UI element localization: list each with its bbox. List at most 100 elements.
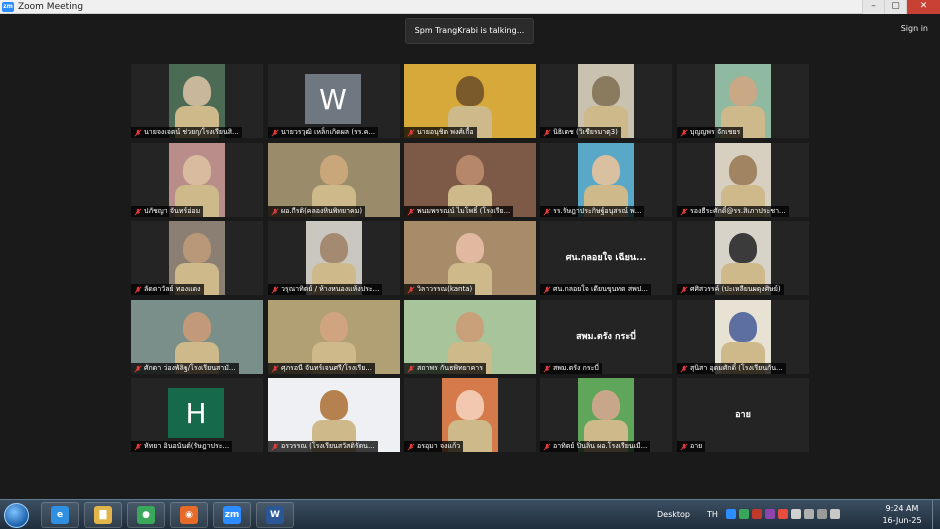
language-indicator[interactable]: TH [707,510,718,519]
muted-mic-icon [543,285,551,294]
minimize-icon[interactable]: – [862,0,884,14]
participant-avatar: H [168,388,224,438]
participant-display-name: อาย [735,410,751,420]
participant-tile[interactable]: สุนิสา อุดมศักดิ์ (โรงเรียนกัน... [677,300,809,374]
participant-silhouette [183,233,211,263]
participant-silhouette [456,155,484,185]
muted-mic-icon [134,442,142,451]
participant-name: ศศิสวรรค์ (ปะเหลียนผดุงศิษย์) [690,285,781,293]
participant-tile[interactable]: สพม.ตรัง กระบี่ สพม.ตรัง กระบี่ [540,300,672,374]
participant-name-bar: วิลาวรรณ(kanta) [404,284,476,295]
participant-tile[interactable]: พนมพรรณน์ ไมโพธิ์ (โรงเรีย... [404,143,536,217]
volume-tray-icon[interactable] [804,509,814,519]
taskbar-app-firefox[interactable]: ◉ [170,502,208,528]
title-bar: zm Zoom Meeting – ▢ ✕ [0,0,940,14]
participant-tile[interactable]: อรวรรณ (โรงเรียนสวัสดิรัตน... [268,378,400,452]
muted-mic-icon [407,128,415,137]
participant-name-bar: นายวรวุฒิ เหล็กเกิดผล (รร.ค... [268,127,379,138]
participant-name-bar: ลัดดาวัลย์ ทองแดง [131,284,204,295]
firefox-icon: ◉ [180,506,198,524]
participant-tile[interactable]: ปภัชญา จันทร์อ่อม [131,143,263,217]
participant-tile[interactable]: ผอ.กีรติ(คลองหินพิทยาคม) [268,143,400,217]
close-icon[interactable]: ✕ [906,0,940,14]
app-tray-icon[interactable] [765,509,775,519]
participant-tile[interactable]: ศศิสวรรค์ (ปะเหลียนผดุงศิษย์) [677,221,809,295]
participant-tile[interactable]: H หัทยา อินอนันต์(รัษฎาประ... [131,378,263,452]
participant-silhouette [320,312,348,342]
participant-tile[interactable]: นายจงเจตน์ ช่วยกุ/โรงเรียนสิ... [131,64,263,138]
participant-tile[interactable]: ศน.กลอยใจ เฉียน... ศน.กลอยใจ เดียนขุนทด ส… [540,221,672,295]
participant-tile[interactable]: บุญญพร จักเชยร [677,64,809,138]
muted-mic-icon [407,207,415,216]
security-tray-icon[interactable] [752,509,762,519]
system-tray-icons [726,509,840,519]
participant-name-bar: นิธิเดช (วิเชียรมาตุ3) [540,127,621,138]
chrome-tray-icon[interactable] [739,509,749,519]
participant-tile[interactable]: รองธีระศักดิ์@รร.สิเภาประชา... [677,143,809,217]
participant-name: ลัดดาวัลย์ ทองแดง [144,285,201,293]
participant-name: วิลาวรรณ(kanta) [417,285,473,293]
start-button[interactable] [4,503,29,528]
participant-tile[interactable]: รร.รัษฎาประกิษฐ์อนุสรณ์ พ... [540,143,672,217]
zoom-tray-icon[interactable] [726,509,736,519]
sign-in-link[interactable]: Sign in [901,24,928,33]
participant-silhouette [183,312,211,342]
participant-name-bar: นายจงเจตน์ ช่วยกุ/โรงเรียนสิ... [131,127,242,138]
participant-name: วรุณาทิตย์ / ห้างหนองแห้งประ... [281,285,380,293]
participant-tile[interactable]: สถาพร กันธพิทยาคาร [404,300,536,374]
taskbar-app-zoom[interactable]: zm [213,502,251,528]
taskbar-clock[interactable]: 9:24 AM 16-Jun-25 [878,503,926,527]
taskbar-app-ie[interactable]: e [41,502,79,528]
zoom-logo-icon: zm [2,1,14,12]
participant-name: ผอ.กีรติ(คลองหินพิทยาคม) [281,207,363,215]
clock-date: 16-Jun-25 [882,516,922,525]
explorer-icon: ▇ [94,506,112,524]
muted-mic-icon [134,285,142,294]
show-desktop-button[interactable] [932,500,940,529]
participant-name: หัทยา อินอนันต์(รัษฎาประ... [144,442,230,450]
desktop-toolbar-label[interactable]: Desktop [657,510,690,519]
network-tray-icon[interactable] [791,509,801,519]
participant-tile[interactable]: W นายวรวุฒิ เหล็กเกิดผล (รร.ค... [268,64,400,138]
participant-tile[interactable]: วิลาวรรณ(kanta) [404,221,536,295]
participant-tile[interactable]: ลัดดาวัลย์ ทองแดง [131,221,263,295]
participant-name: รร.รัษฎาประกิษฐ์อนุสรณ์ พ... [553,207,642,215]
participant-tile[interactable]: วรุณาทิตย์ / ห้างหนองแห้งประ... [268,221,400,295]
flag-tray-icon[interactable] [778,509,788,519]
participant-tile[interactable]: นิธิเดช (วิเชียรมาตุ3) [540,64,672,138]
active-speaker-indicator: Spm TrangKrabi is talking... [405,18,534,44]
participant-tile[interactable]: ศุภรอนี จันทร์เจนศรี/โรงเรีย... [268,300,400,374]
participant-tile[interactable]: อรอุมา จงแก้ว [404,378,536,452]
participant-name-bar: ผอ.กีรติ(คลองหินพิทยาคม) [268,206,366,217]
participant-name-bar: สุนิสา อุดมศักดิ์ (โรงเรียนกัน... [677,363,786,374]
participant-name-bar: พนมพรรณน์ ไมโพธิ์ (โรงเรีย... [404,206,514,217]
participant-silhouette [592,390,620,420]
participant-name: สถาพร กันธพิทยาคาร [417,364,483,372]
participant-name: นายอนุชิต พงศ์เกื้อ [417,128,474,136]
participant-name: อรอุมา จงแก้ว [417,442,461,450]
participant-name-bar: อาย [677,441,706,452]
taskbar-app-word[interactable]: W [256,502,294,528]
participant-name: ศักดา ว่องพัลิฐ/โรงเรียนสามั... [144,364,236,372]
signal-tray-icon[interactable] [830,509,840,519]
participant-tile[interactable]: อาทิตย์ ปิ่นลิ่น ผอ.โรงเรียนเมื... [540,378,672,452]
muted-mic-icon [134,128,142,137]
maximize-icon[interactable]: ▢ [884,0,906,14]
participant-name-bar: สถาพร กันธพิทยาคาร [404,363,486,374]
participant-silhouette [456,76,484,106]
participant-tile[interactable]: ศักดา ว่องพัลิฐ/โรงเรียนสามั... [131,300,263,374]
taskbar-app-chrome[interactable]: ● [127,502,165,528]
participant-tile[interactable]: นายอนุชิต พงศ์เกื้อ [404,64,536,138]
muted-mic-icon [134,207,142,216]
participant-name: ศุภรอนี จันทร์เจนศรี/โรงเรีย... [281,364,372,372]
power-tray-icon[interactable] [817,509,827,519]
participant-silhouette [320,155,348,185]
participant-avatar: W [305,74,361,124]
muted-mic-icon [271,207,279,216]
participant-display-name: สพม.ตรัง กระบี่ [576,332,636,342]
participant-silhouette [183,155,211,185]
participant-tile[interactable]: อาย อาย [677,378,809,452]
participant-silhouette [729,76,757,106]
participant-name-bar: หัทยา อินอนันต์(รัษฎาประ... [131,441,233,452]
taskbar-app-explorer[interactable]: ▇ [84,502,122,528]
